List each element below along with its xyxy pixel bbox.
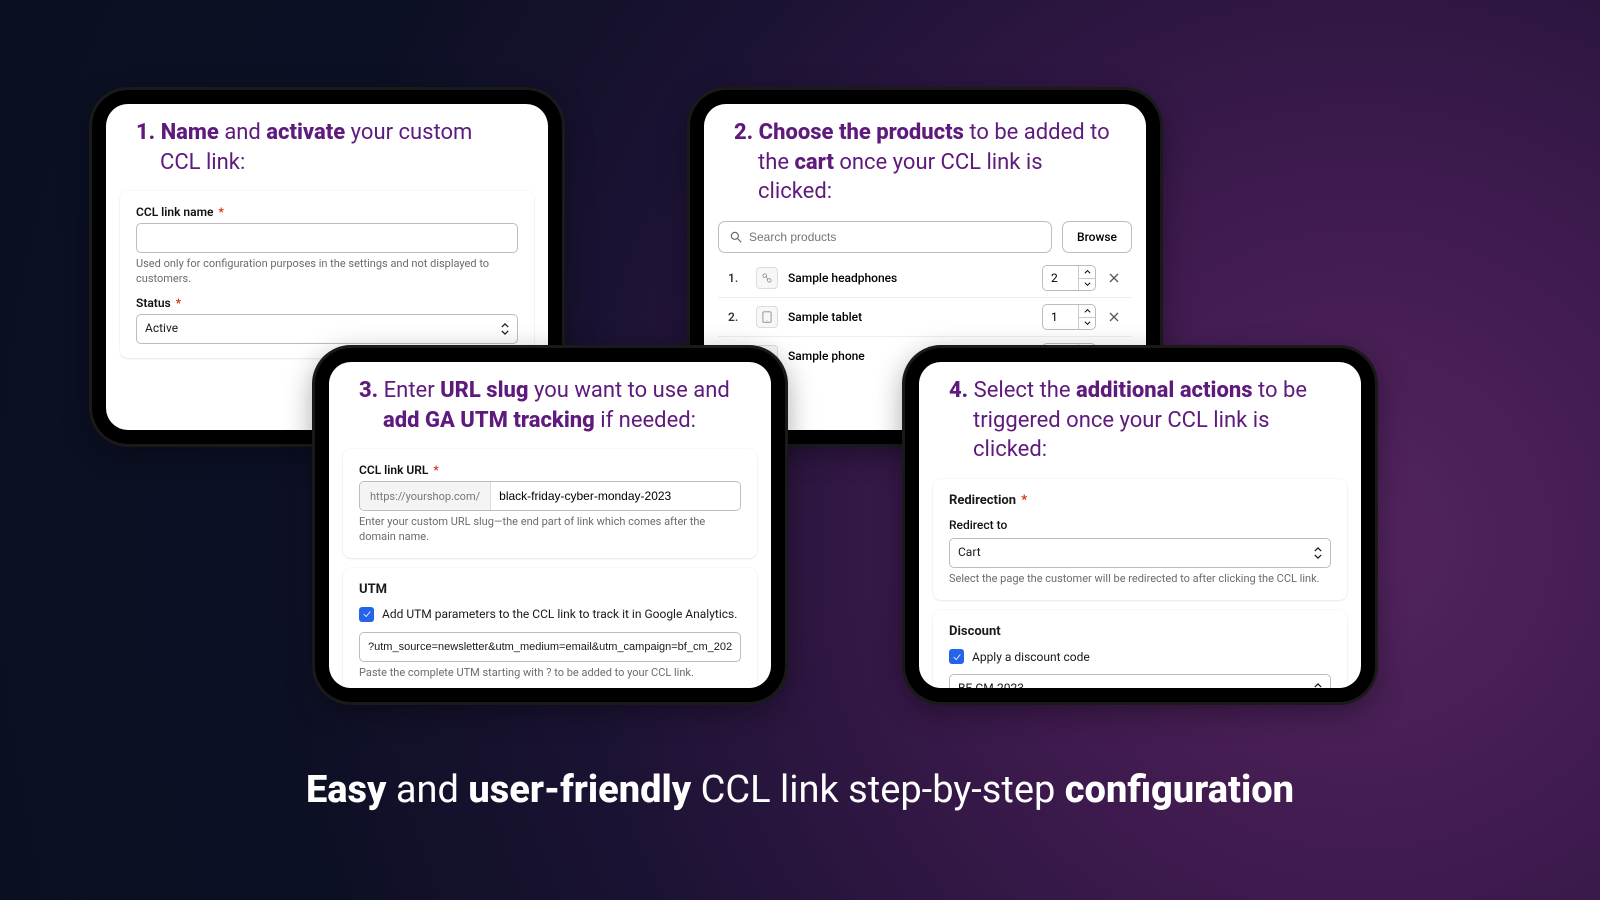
ccl-name-help: Used only for configuration purposes in … [136, 257, 518, 286]
discount-checkbox[interactable] [949, 649, 964, 664]
utm-checkbox[interactable] [359, 607, 374, 622]
discount-checkbox-label: Apply a discount code [972, 650, 1090, 664]
panel-4-heading: 4. Select the additional actions to betr… [919, 362, 1361, 473]
ccl-url-input[interactable]: https://yourshop.com/ [359, 481, 741, 511]
check-icon [952, 652, 962, 662]
discount-title: Discount [949, 624, 1331, 639]
url-prefix: https://yourshop.com/ [360, 482, 491, 510]
product-row: 1. Sample headphones 2 [718, 259, 1132, 297]
ccl-name-input[interactable] [136, 223, 518, 253]
redirect-select[interactable]: Cart [949, 538, 1331, 568]
chevron-updown-icon [1314, 683, 1322, 688]
status-label: Status * [136, 296, 518, 310]
remove-product-button[interactable] [1106, 309, 1122, 325]
panel-1-heading: 1. Name and activate your customCCL link… [106, 104, 548, 185]
tablet-icon [760, 310, 774, 324]
panel-4-additional-actions: 4. Select the additional actions to betr… [905, 348, 1375, 702]
browse-button[interactable]: Browse [1062, 221, 1132, 253]
qty-down-button[interactable] [1079, 278, 1095, 291]
redirection-title: Redirection * [949, 493, 1331, 508]
search-icon [729, 230, 743, 244]
qty-up-button[interactable] [1079, 266, 1095, 278]
product-name: Sample tablet [788, 310, 1032, 324]
chevron-updown-icon [1314, 547, 1322, 559]
product-name: Sample headphones [788, 271, 1032, 285]
product-row: 2. Sample tablet 1 [718, 297, 1132, 336]
remove-product-button[interactable] [1106, 270, 1122, 286]
page-caption: Easy and user-friendly CCL link step-by-… [0, 768, 1600, 812]
ccl-url-help: Enter your custom URL slug—the end part … [359, 515, 741, 544]
close-icon [1108, 272, 1120, 284]
redirect-to-label: Redirect to [949, 518, 1331, 532]
utm-input[interactable] [359, 632, 741, 662]
qty-stepper[interactable]: 2 [1042, 265, 1096, 291]
search-products-input[interactable] [718, 221, 1052, 253]
qty-up-button[interactable] [1079, 305, 1095, 317]
qty-stepper[interactable]: 1 [1042, 304, 1096, 330]
product-thumb [756, 267, 778, 289]
ccl-name-label: CCL link name * [136, 205, 518, 219]
panel-3-url-slug-utm: 3. Enter URL slug you want to use andadd… [315, 348, 785, 702]
utm-checkbox-label: Add UTM parameters to the CCL link to tr… [382, 607, 737, 621]
panel-2-heading: 2. Choose the products to be added tothe… [704, 104, 1146, 215]
product-thumb [756, 306, 778, 328]
panel-3-heading: 3. Enter URL slug you want to use andadd… [329, 362, 771, 443]
ccl-url-label: CCL link URL * [359, 463, 741, 477]
qty-down-button[interactable] [1079, 317, 1095, 330]
redirect-help: Select the page the customer will be red… [949, 572, 1331, 586]
headphones-icon [760, 271, 774, 285]
status-select[interactable]: Active [136, 314, 518, 344]
close-icon [1108, 311, 1120, 323]
chevron-updown-icon [501, 323, 509, 335]
discount-code-select[interactable]: BF-CM-2023 [949, 674, 1331, 688]
check-icon [362, 609, 372, 619]
utm-help: Paste the complete UTM starting with ? t… [359, 666, 741, 680]
utm-section-title: UTM [359, 582, 741, 597]
